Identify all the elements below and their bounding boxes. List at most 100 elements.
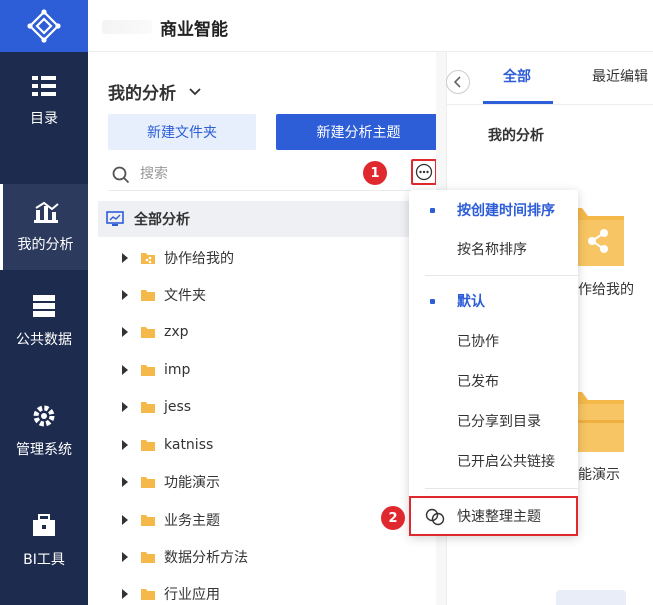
tree-item-label: 文件夹	[164, 288, 206, 304]
menu-item-filter-shared[interactable]: 已分享到目录	[409, 406, 578, 436]
tree-item[interactable]: 业务主题	[122, 510, 220, 530]
menu-item-filter-public-link[interactable]: 已开启公共链接	[409, 446, 578, 476]
tree-item-label: jess	[164, 399, 192, 415]
tree-item-label: 行业应用	[164, 587, 220, 603]
tree-item-label: imp	[164, 362, 191, 378]
nav-item-bi-tools[interactable]: BI工具	[0, 498, 88, 584]
folder-icon	[141, 365, 155, 376]
shared-folder-icon	[141, 253, 155, 264]
caret-right-icon	[122, 515, 128, 525]
tree-root-all-analysis[interactable]: 全部分析	[98, 201, 438, 237]
step-badge-1: 1	[363, 161, 387, 185]
menu-item-sort-name[interactable]: 按名称排序	[409, 234, 578, 264]
quick-organize-button[interactable]: 快速整理主题	[409, 496, 578, 536]
chevron-down-icon	[189, 87, 201, 95]
tree-item-label: zxp	[164, 324, 189, 340]
tree-item[interactable]: zxp	[122, 322, 189, 342]
nav-label: 目录	[30, 111, 58, 127]
tree-item[interactable]: 协作给我的	[122, 248, 234, 268]
menu-item-filter-collaborated[interactable]: 已协作	[409, 326, 578, 356]
tree-item-label: 协作给我的	[164, 251, 234, 267]
folder-icon	[141, 327, 155, 338]
tree-item[interactable]: 功能演示	[122, 472, 220, 492]
menu-divider	[425, 488, 578, 489]
sort-filter-menu: 按创建时间排序 按名称排序 默认 已协作 已发布 已分享到目录 已开启公共链接 …	[409, 190, 578, 536]
folder-icon	[141, 589, 155, 600]
nav-item-catalog[interactable]: 目录	[0, 58, 88, 144]
tree-item[interactable]: 文件夹	[122, 285, 206, 305]
tab-divider	[446, 104, 653, 105]
menu-item-label: 按创建时间排序	[457, 203, 555, 219]
menu-item-label: 已发布	[457, 374, 499, 390]
caret-right-icon	[122, 365, 128, 375]
left-nav: 目录 我的分析 公共数据 管理系统 BI工具	[0, 0, 88, 605]
collapse-panel-button[interactable]	[446, 70, 470, 94]
logo-icon	[27, 9, 61, 43]
tree-item-label: 功能演示	[164, 475, 220, 491]
nav-label: 我的分析	[17, 237, 74, 253]
menu-item-filter-published[interactable]: 已发布	[409, 366, 578, 396]
tree-item[interactable]: 行业应用	[122, 584, 220, 604]
tree-item[interactable]: jess	[122, 397, 191, 417]
tree-item-label: 业务主题	[164, 513, 220, 529]
menu-item-label: 默认	[457, 294, 485, 310]
caret-right-icon	[122, 327, 128, 337]
menu-item-filter-default[interactable]: 默认	[409, 286, 578, 316]
folder-icon	[141, 515, 155, 526]
card-thumbnail[interactable]	[556, 590, 626, 605]
menu-item-label: 按名称排序	[457, 242, 527, 258]
organize-icon	[425, 508, 445, 526]
nav-label: 公共数据	[16, 332, 72, 348]
new-folder-button[interactable]: 新建文件夹	[108, 114, 256, 150]
catalog-icon	[32, 76, 56, 96]
tree-item[interactable]: 数据分析方法	[122, 547, 248, 567]
tree-item-label: katniss	[164, 437, 214, 453]
folder-icon	[141, 477, 155, 488]
app-title: 商业智能	[160, 20, 228, 40]
menu-item-sort-created[interactable]: 按创建时间排序	[409, 195, 578, 225]
step-badge-2: 2	[381, 506, 405, 530]
menu-item-label: 已分享到目录	[457, 414, 541, 430]
caret-right-icon	[122, 477, 128, 487]
folder-icon	[141, 440, 155, 451]
panel-title-dropdown[interactable]: 我的分析	[108, 79, 202, 104]
analysis-chart-icon	[33, 201, 59, 223]
content-heading: 我的分析	[488, 128, 544, 144]
folder-icon	[141, 552, 155, 563]
card-label: 作给我的	[578, 282, 634, 298]
selected-dot-icon	[430, 299, 435, 304]
selected-dot-icon	[430, 208, 435, 213]
tree-item-label: 数据分析方法	[164, 550, 248, 566]
menu-item-label: 快速整理主题	[457, 509, 541, 525]
caret-right-icon	[122, 440, 128, 450]
caret-right-icon	[122, 552, 128, 562]
nav-item-my-analysis[interactable]: 我的分析	[0, 184, 88, 270]
top-header: 商业智能	[88, 0, 653, 52]
tab-all[interactable]: 全部	[503, 66, 531, 86]
menu-divider	[425, 275, 578, 276]
new-theme-button[interactable]: 新建分析主题	[276, 114, 441, 150]
nav-item-public-data[interactable]: 公共数据	[0, 278, 88, 364]
nav-label: BI工具	[23, 552, 65, 568]
tree-root-label: 全部分析	[134, 212, 190, 228]
folder-icon	[141, 290, 155, 301]
menu-item-label: 已协作	[457, 334, 499, 350]
blurred-region	[102, 20, 152, 34]
folder-icon	[141, 402, 155, 413]
tree-item[interactable]: katniss	[122, 435, 213, 455]
card-label: 能演示	[578, 467, 620, 483]
more-icon	[415, 163, 433, 181]
chevron-left-icon	[453, 76, 461, 88]
app-logo[interactable]	[0, 0, 88, 52]
panel-title: 我的分析	[108, 84, 176, 104]
caret-right-icon	[122, 402, 128, 412]
tree-item[interactable]: imp	[122, 360, 190, 380]
search-icon	[112, 166, 130, 184]
gear-icon	[33, 405, 55, 427]
search-input[interactable]	[140, 163, 340, 185]
toolbox-icon	[33, 514, 55, 536]
tab-recent[interactable]: 最近编辑	[592, 66, 648, 86]
nav-item-admin[interactable]: 管理系统	[0, 388, 88, 474]
menu-item-label: 已开启公共链接	[457, 454, 555, 470]
more-options-button[interactable]	[411, 159, 437, 185]
